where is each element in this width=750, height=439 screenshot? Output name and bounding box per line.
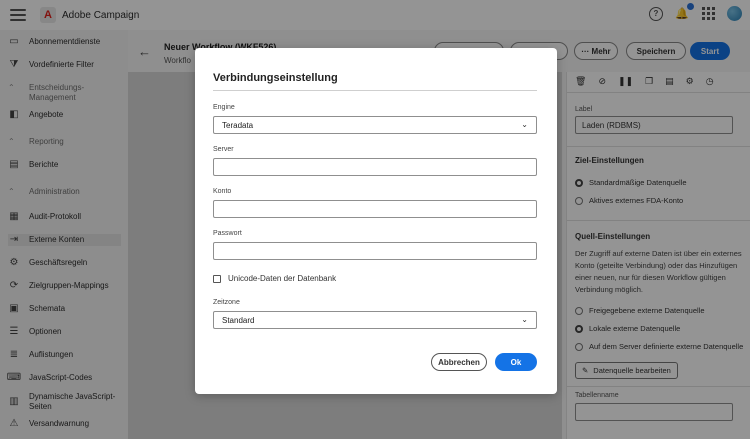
server-label: Server [213, 146, 234, 153]
connection-settings-dialog: Verbindungseinstellung Engine Teradata ⌄… [195, 48, 557, 394]
checkbox-icon [213, 274, 221, 283]
timezone-label: Zeitzone [213, 299, 240, 306]
dialog-title: Verbindungseinstellung [213, 72, 338, 84]
engine-select[interactable]: Teradata ⌄ [213, 116, 537, 134]
chevron-down-icon: ⌄ [521, 120, 528, 129]
unicode-checkbox[interactable]: Unicode-Daten der Datenbank [213, 274, 336, 283]
engine-label: Engine [213, 104, 235, 111]
timezone-select[interactable]: Standard ⌄ [213, 311, 537, 329]
password-input[interactable] [213, 242, 537, 260]
dialog-divider [213, 90, 537, 91]
password-label: Passwort [213, 230, 242, 237]
account-input[interactable] [213, 200, 537, 218]
account-label: Konto [213, 188, 232, 195]
cancel-button[interactable]: Abbrechen [431, 353, 487, 371]
server-input[interactable] [213, 158, 537, 176]
ok-button[interactable]: Ok [495, 353, 537, 371]
chevron-down-icon: ⌄ [521, 315, 528, 324]
